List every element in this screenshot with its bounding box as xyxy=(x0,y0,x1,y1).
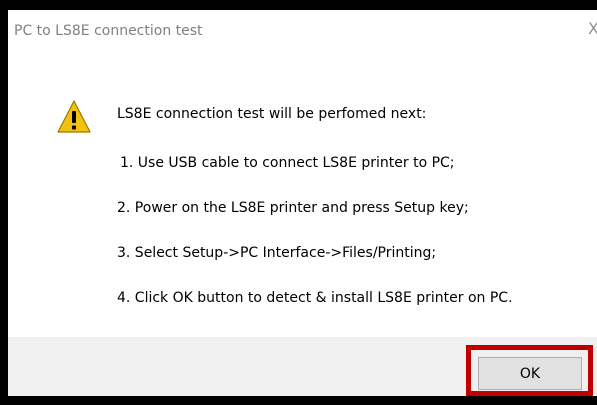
connection-test-dialog: PC to LS8E connection test X LS8E connec… xyxy=(8,10,597,396)
button-bar: OK xyxy=(8,337,597,396)
message-area: LS8E connection test will be perfomed ne… xyxy=(8,48,597,337)
step-4: 4. Click OK button to detect & install L… xyxy=(117,290,513,306)
close-icon[interactable]: X xyxy=(588,21,597,37)
step-1: 1. Use USB cable to connect LS8E printer… xyxy=(120,155,455,171)
title-bar: PC to LS8E connection test X xyxy=(8,10,597,48)
warning-icon xyxy=(57,100,91,133)
step-3: 3. Select Setup->PC Interface->Files/Pri… xyxy=(117,245,437,261)
step-2: 2. Power on the LS8E printer and press S… xyxy=(117,200,469,216)
ok-button[interactable]: OK xyxy=(478,357,582,390)
dialog-title: PC to LS8E connection test xyxy=(14,23,203,39)
message-heading: LS8E connection test will be perfomed ne… xyxy=(117,106,427,122)
